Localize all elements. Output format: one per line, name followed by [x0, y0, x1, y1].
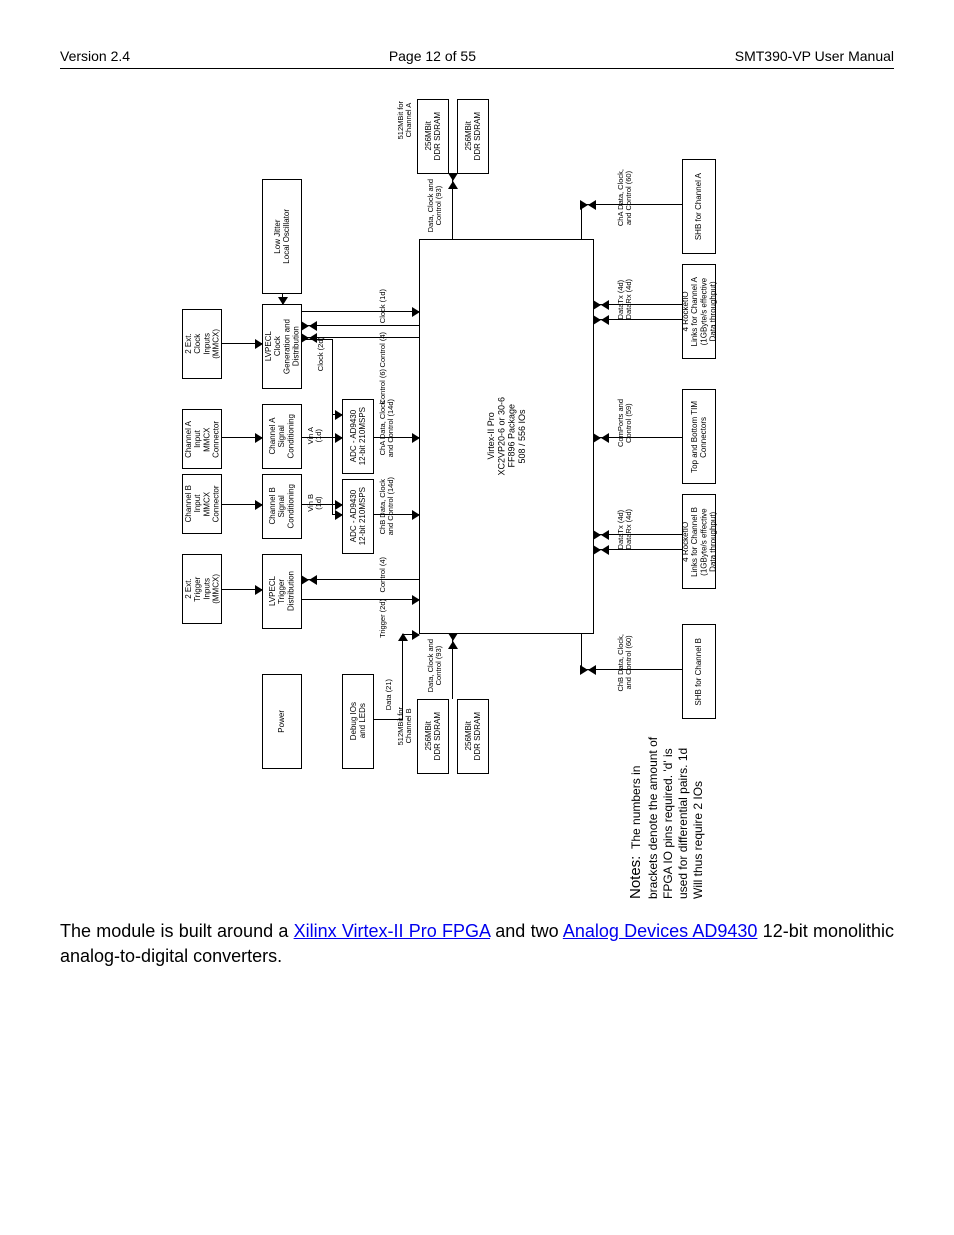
label-tim: ComPorts and Control (59)	[617, 399, 633, 447]
diagram-notes: Notes: The numbers in brackets denote th…	[627, 729, 787, 899]
label-chb-dc: ChB Data, Clock and Control (14d)	[379, 477, 395, 535]
label-vinb: Vin B (1d)	[307, 494, 323, 512]
tim-connectors: Top and Bottom TIM Connectors	[682, 389, 716, 484]
signal-conditioning-a: Channel A Signal Conditioning	[262, 404, 302, 469]
wire	[594, 534, 682, 535]
wire	[594, 319, 682, 320]
label-ctl4t: Control (4)	[379, 557, 387, 592]
adc-channel-a: ADC - AD9430 12-bit 210MSPS	[342, 399, 374, 474]
shb-channel-a: SHB for Channel A	[682, 159, 716, 254]
fpga-virtex2pro: Virtex-II Pro XC2VP20-6 or 30-6 FF896 Pa…	[419, 239, 594, 634]
wire	[302, 599, 419, 600]
label-shbB: ChB Data, Clock, and Control (60)	[617, 634, 633, 692]
wire	[332, 414, 342, 415]
wire	[594, 304, 682, 305]
label-rioA: DataTx (4d) DataRx (4d)	[617, 279, 633, 319]
rocketio-channel-a: 4 RocketIO Links for Channel A (1GByte/s…	[682, 264, 716, 359]
label-data21: Data (21)	[385, 679, 393, 710]
ddr-sdram-a2: 256MBit DDR SDRAM	[457, 99, 489, 174]
label-ctl4: Control (4)	[379, 332, 387, 367]
debug-leds: Debug IOs and LEDs	[342, 674, 374, 769]
wire	[222, 589, 262, 590]
signal-conditioning-b: Channel B Signal Conditioning	[262, 474, 302, 539]
wire	[302, 311, 419, 312]
channel-a-input-connector: Channel A Input MMCX Connector	[182, 409, 222, 469]
body-text-mid: and two	[490, 921, 563, 941]
header-left: Version 2.4	[60, 48, 130, 64]
channel-b-input-connector: Channel B Input MMCX Connector	[182, 474, 222, 534]
wire	[302, 337, 419, 338]
block-diagram: 2 Ext. Clock Inputs (MMCX) Channel A Inp…	[127, 79, 827, 899]
label-clock2d: Clock (2d)	[317, 337, 325, 371]
wire	[222, 437, 262, 438]
link-analog-devices-ad9430[interactable]: Analog Devices AD9430	[563, 921, 758, 941]
label-vina: Vin A (1d)	[307, 427, 323, 444]
wire	[332, 514, 342, 515]
header-right: SMT390-VP User Manual	[735, 48, 894, 64]
trigger-distribution: LVPECL Trigger Distribution	[262, 554, 302, 629]
local-oscillator: Low Jitter Local Oscillator	[262, 179, 302, 294]
wire	[594, 549, 682, 550]
clock-generation: LVPECL Clock Generation and Distribution	[262, 304, 302, 389]
ddr-sdram-a1: 256MBit DDR SDRAM	[417, 99, 449, 174]
wire	[332, 339, 333, 514]
wire	[302, 579, 419, 580]
sdram-group-a-label: 512MBit for Channel A	[397, 101, 413, 139]
label-dcc-bot: Data, Clock and Control (93)	[427, 639, 443, 692]
wire	[222, 343, 262, 344]
ext-trigger-inputs: 2 Ext. Trigger Inputs (MMCX)	[182, 554, 222, 624]
wire	[302, 504, 342, 505]
wire	[302, 437, 342, 438]
wire	[594, 437, 682, 438]
wire	[374, 719, 402, 720]
wire	[282, 294, 283, 304]
body-paragraph: The module is built around a Xilinx Virt…	[60, 919, 894, 969]
ext-clock-inputs: 2 Ext. Clock Inputs (MMCX)	[182, 309, 222, 379]
label-rioB: DataTx (4d) DataRx (4d)	[617, 509, 633, 549]
label-shbA: ChA Data, Clock, and Control (60)	[617, 169, 633, 226]
wire	[302, 325, 419, 326]
ddr-sdram-b2: 256MBit DDR SDRAM	[457, 699, 489, 774]
link-xilinx-fpga[interactable]: Xilinx Virtex-II Pro FPGA	[294, 921, 490, 941]
label-cha-dc: ChA Data, Clock and Control (14d)	[379, 399, 395, 457]
rocketio-channel-b: 4 RocketIO Links for Channel B (1GByte/s…	[682, 494, 716, 589]
label-dcc-top: Data, Clock and Control (93)	[427, 179, 443, 232]
page-header: Version 2.4 Page 12 of 55 SMT390-VP User…	[60, 40, 894, 69]
header-center: Page 12 of 55	[389, 48, 476, 64]
wire	[581, 634, 582, 669]
shb-channel-b: SHB for Channel B	[682, 624, 716, 719]
label-trg2d: Trigger (2d)	[379, 599, 387, 638]
sdram-group-b-label: 512MBit for Channel B	[397, 707, 413, 745]
wire	[402, 634, 419, 635]
wire	[222, 504, 262, 505]
body-text-pre: The module is built around a	[60, 921, 294, 941]
wire	[452, 174, 453, 239]
power-block: Power	[262, 674, 302, 769]
label-clock1d: Clock (1d)	[379, 289, 387, 323]
ddr-sdram-b1: 256MBit DDR SDRAM	[417, 699, 449, 774]
adc-channel-b: ADC - AD9430 12-bit 210MSPS	[342, 479, 374, 554]
wire	[402, 634, 403, 720]
wire	[452, 634, 453, 699]
